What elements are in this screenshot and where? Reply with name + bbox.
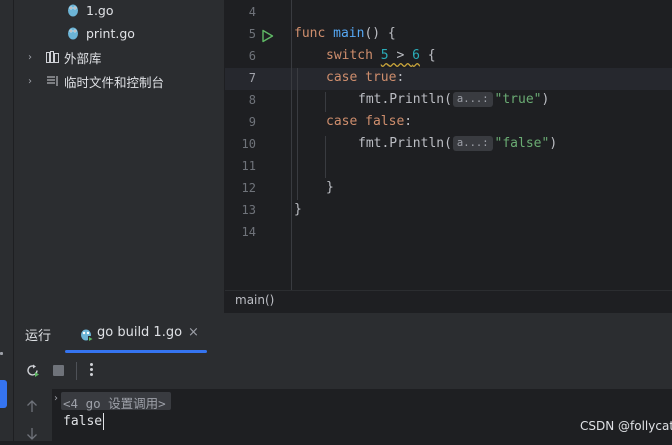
tree-item-external-libraries[interactable]: › 外部库 — [28, 46, 102, 68]
line-number: 11 — [241, 159, 256, 173]
code-line-5: func main() { — [294, 26, 396, 41]
tree-item-label: print.go — [86, 25, 135, 41]
tree-item-label: 1.go — [86, 2, 114, 18]
tree-item-scratches[interactable]: › 临时文件和控制台 — [28, 70, 164, 92]
tree-item-label: 临时文件和控制台 — [64, 74, 165, 90]
rerun-icon[interactable] — [25, 363, 40, 382]
line-number: 12 — [241, 181, 256, 195]
line-number: 4 — [248, 5, 256, 19]
run-tool-window-button[interactable] — [0, 380, 7, 408]
code-line-6: switch 5 > 6 { — [326, 48, 436, 63]
scratch-icon — [46, 74, 60, 88]
scroll-down-icon[interactable] — [26, 426, 38, 445]
tree-item-print-go[interactable]: print.go — [66, 22, 135, 44]
breadcrumb-bar — [225, 290, 672, 314]
close-tab-icon[interactable]: × — [188, 325, 199, 340]
tree-item-1go[interactable]: 1.go — [66, 0, 114, 21]
parameter-hint: a...: — [452, 136, 493, 151]
line-number: 7 — [248, 71, 256, 85]
code-line-10: fmt.Println(a...: "false") — [358, 136, 558, 151]
code-line-13: } — [294, 202, 302, 217]
code-line-12: } — [326, 180, 334, 195]
line-number: 5 — [248, 27, 256, 41]
line-number: 10 — [241, 137, 256, 151]
code-line-8: fmt.Println(a...: "true") — [358, 92, 550, 107]
run-toolbar — [14, 353, 672, 390]
current-line-highlight — [225, 68, 672, 90]
indent-guide — [325, 92, 326, 112]
breadcrumb[interactable]: main() — [235, 293, 274, 307]
program-output: false — [63, 414, 103, 429]
line-number: 13 — [241, 203, 256, 217]
scroll-up-icon[interactable] — [26, 398, 38, 417]
code-line-7: case true: — [326, 70, 405, 85]
line-number: 8 — [248, 93, 256, 107]
tree-item-label: 外部库 — [64, 50, 102, 66]
run-panel-title: 运行 — [25, 329, 52, 344]
watermark: CSDN @follycat — [580, 419, 672, 433]
go-file-icon — [66, 26, 80, 40]
line-number: 9 — [248, 115, 256, 129]
go-run-config-icon — [79, 326, 93, 345]
indent-guide — [325, 136, 326, 178]
project-tree: 1.go print.go › 外部库 › 临时文件和控制台 — [14, 0, 224, 313]
toolbar-separator — [76, 362, 77, 380]
indent-guide — [297, 68, 298, 200]
strip-indicator — [0, 352, 3, 355]
chevron-right-icon[interactable]: › — [28, 76, 38, 87]
parameter-hint: a...: — [452, 92, 493, 107]
code-line-9: case false: — [326, 114, 413, 129]
go-file-icon — [66, 3, 80, 17]
more-options-icon[interactable] — [90, 363, 94, 377]
tab-label: go build 1.go — [97, 325, 183, 340]
chevron-right-icon[interactable]: › — [54, 393, 58, 404]
gutter-divider — [291, 0, 292, 290]
chevron-right-icon[interactable]: › — [28, 52, 38, 63]
run-gutter-icon[interactable] — [261, 28, 274, 47]
folded-output-label: <4 go 设置调用> — [63, 396, 166, 411]
text-caret — [103, 413, 104, 430]
line-number: 14 — [241, 225, 256, 239]
stop-icon[interactable] — [53, 365, 64, 376]
tool-window-strip — [0, 0, 14, 441]
library-icon — [46, 50, 60, 64]
line-number: 6 — [248, 49, 256, 63]
